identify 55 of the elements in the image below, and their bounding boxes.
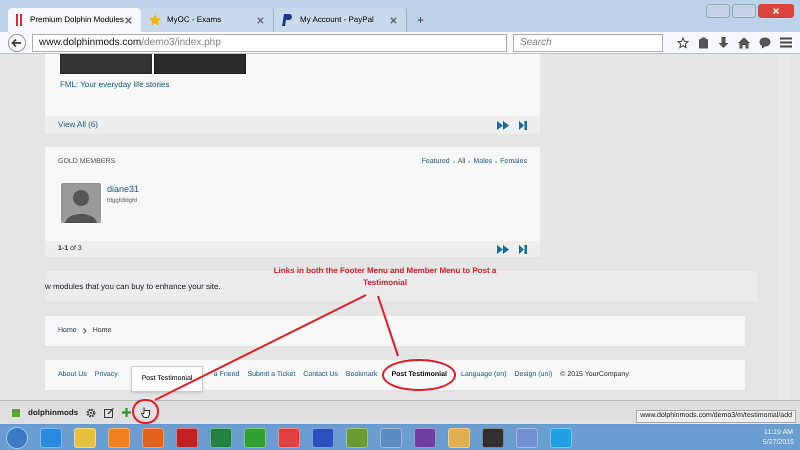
member-name-link[interactable]: diane31	[107, 183, 140, 196]
fast-forward-icon[interactable]	[497, 120, 509, 130]
app-tile-icon[interactable]	[550, 428, 572, 448]
chat-bubble-icon[interactable]	[759, 36, 771, 48]
browser-tab[interactable]: MyOC - Exams	[141, 8, 274, 32]
tab-favicon-icon	[16, 14, 22, 26]
home-icon[interactable]	[738, 36, 750, 48]
new-tab-button[interactable]: +	[411, 8, 430, 32]
chevron-icon	[82, 328, 87, 334]
address-field[interactable]: www.dolphinmods.com/demo3/index.php	[32, 34, 507, 52]
app-tile-icon[interactable]	[482, 428, 504, 448]
banner-text: w modules that you can buy to enhance your site.	[45, 280, 221, 292]
close-tab-icon[interactable]	[256, 16, 265, 24]
avatar-silhouette-icon	[61, 183, 101, 223]
fast-forward-icon[interactable]	[497, 244, 509, 254]
bookmark-star-icon[interactable]	[677, 36, 689, 48]
app-tile-icon[interactable]	[312, 428, 334, 448]
close-tab-icon[interactable]	[124, 16, 133, 24]
download-icon[interactable]	[718, 36, 729, 48]
skip-end-icon[interactable]	[519, 120, 527, 130]
close-window-button[interactable]	[758, 4, 794, 18]
view-all-link[interactable]: View All (6)	[58, 119, 497, 131]
app-tile-icon[interactable]	[142, 428, 164, 448]
app-tile-icon[interactable]	[380, 428, 402, 448]
edit-icon[interactable]	[104, 408, 114, 418]
hand-pointer-icon[interactable]	[141, 407, 150, 418]
search-field[interactable]: Search	[513, 34, 663, 52]
app-tile-icon[interactable]	[108, 428, 130, 448]
app-tile-icon[interactable]	[74, 428, 96, 448]
status-square-icon	[12, 408, 20, 416]
toolbar-label: dolphinmods	[28, 406, 78, 418]
story-link[interactable]: FML: Your everyday life stories	[60, 79, 540, 91]
skip-end-icon[interactable]	[519, 244, 527, 254]
app-tile-icon[interactable]	[414, 428, 436, 448]
star-icon	[149, 14, 161, 26]
annotation-text: Links in both the Footer Menu and Member Menu to Post a Testimonial	[272, 265, 498, 289]
clipboard-icon[interactable]	[698, 36, 709, 48]
app-tile-icon[interactable]	[278, 428, 300, 448]
app-tile-icon[interactable]	[176, 428, 198, 448]
app-tile-icon[interactable]	[516, 428, 538, 448]
app-tile-icon[interactable]	[346, 428, 368, 448]
settings-icon[interactable]	[86, 408, 96, 418]
browser-tab[interactable]: My Account - PayPal	[274, 8, 407, 32]
back-button[interactable]	[8, 34, 26, 52]
app-tile-icon[interactable]	[244, 428, 266, 448]
menu-icon[interactable]	[780, 37, 792, 48]
browser-tab[interactable]: Premium Dolphin Modules	[8, 8, 141, 32]
close-tab-icon[interactable]	[389, 16, 398, 24]
app-tile-icon[interactable]	[448, 428, 470, 448]
paypal-logo-icon	[282, 14, 292, 26]
add-icon[interactable]	[122, 408, 132, 417]
app-tile-icon[interactable]	[210, 428, 232, 448]
start-button[interactable]	[6, 426, 28, 448]
app-tile-icon[interactable]	[40, 428, 62, 448]
close-icon	[772, 7, 780, 15]
